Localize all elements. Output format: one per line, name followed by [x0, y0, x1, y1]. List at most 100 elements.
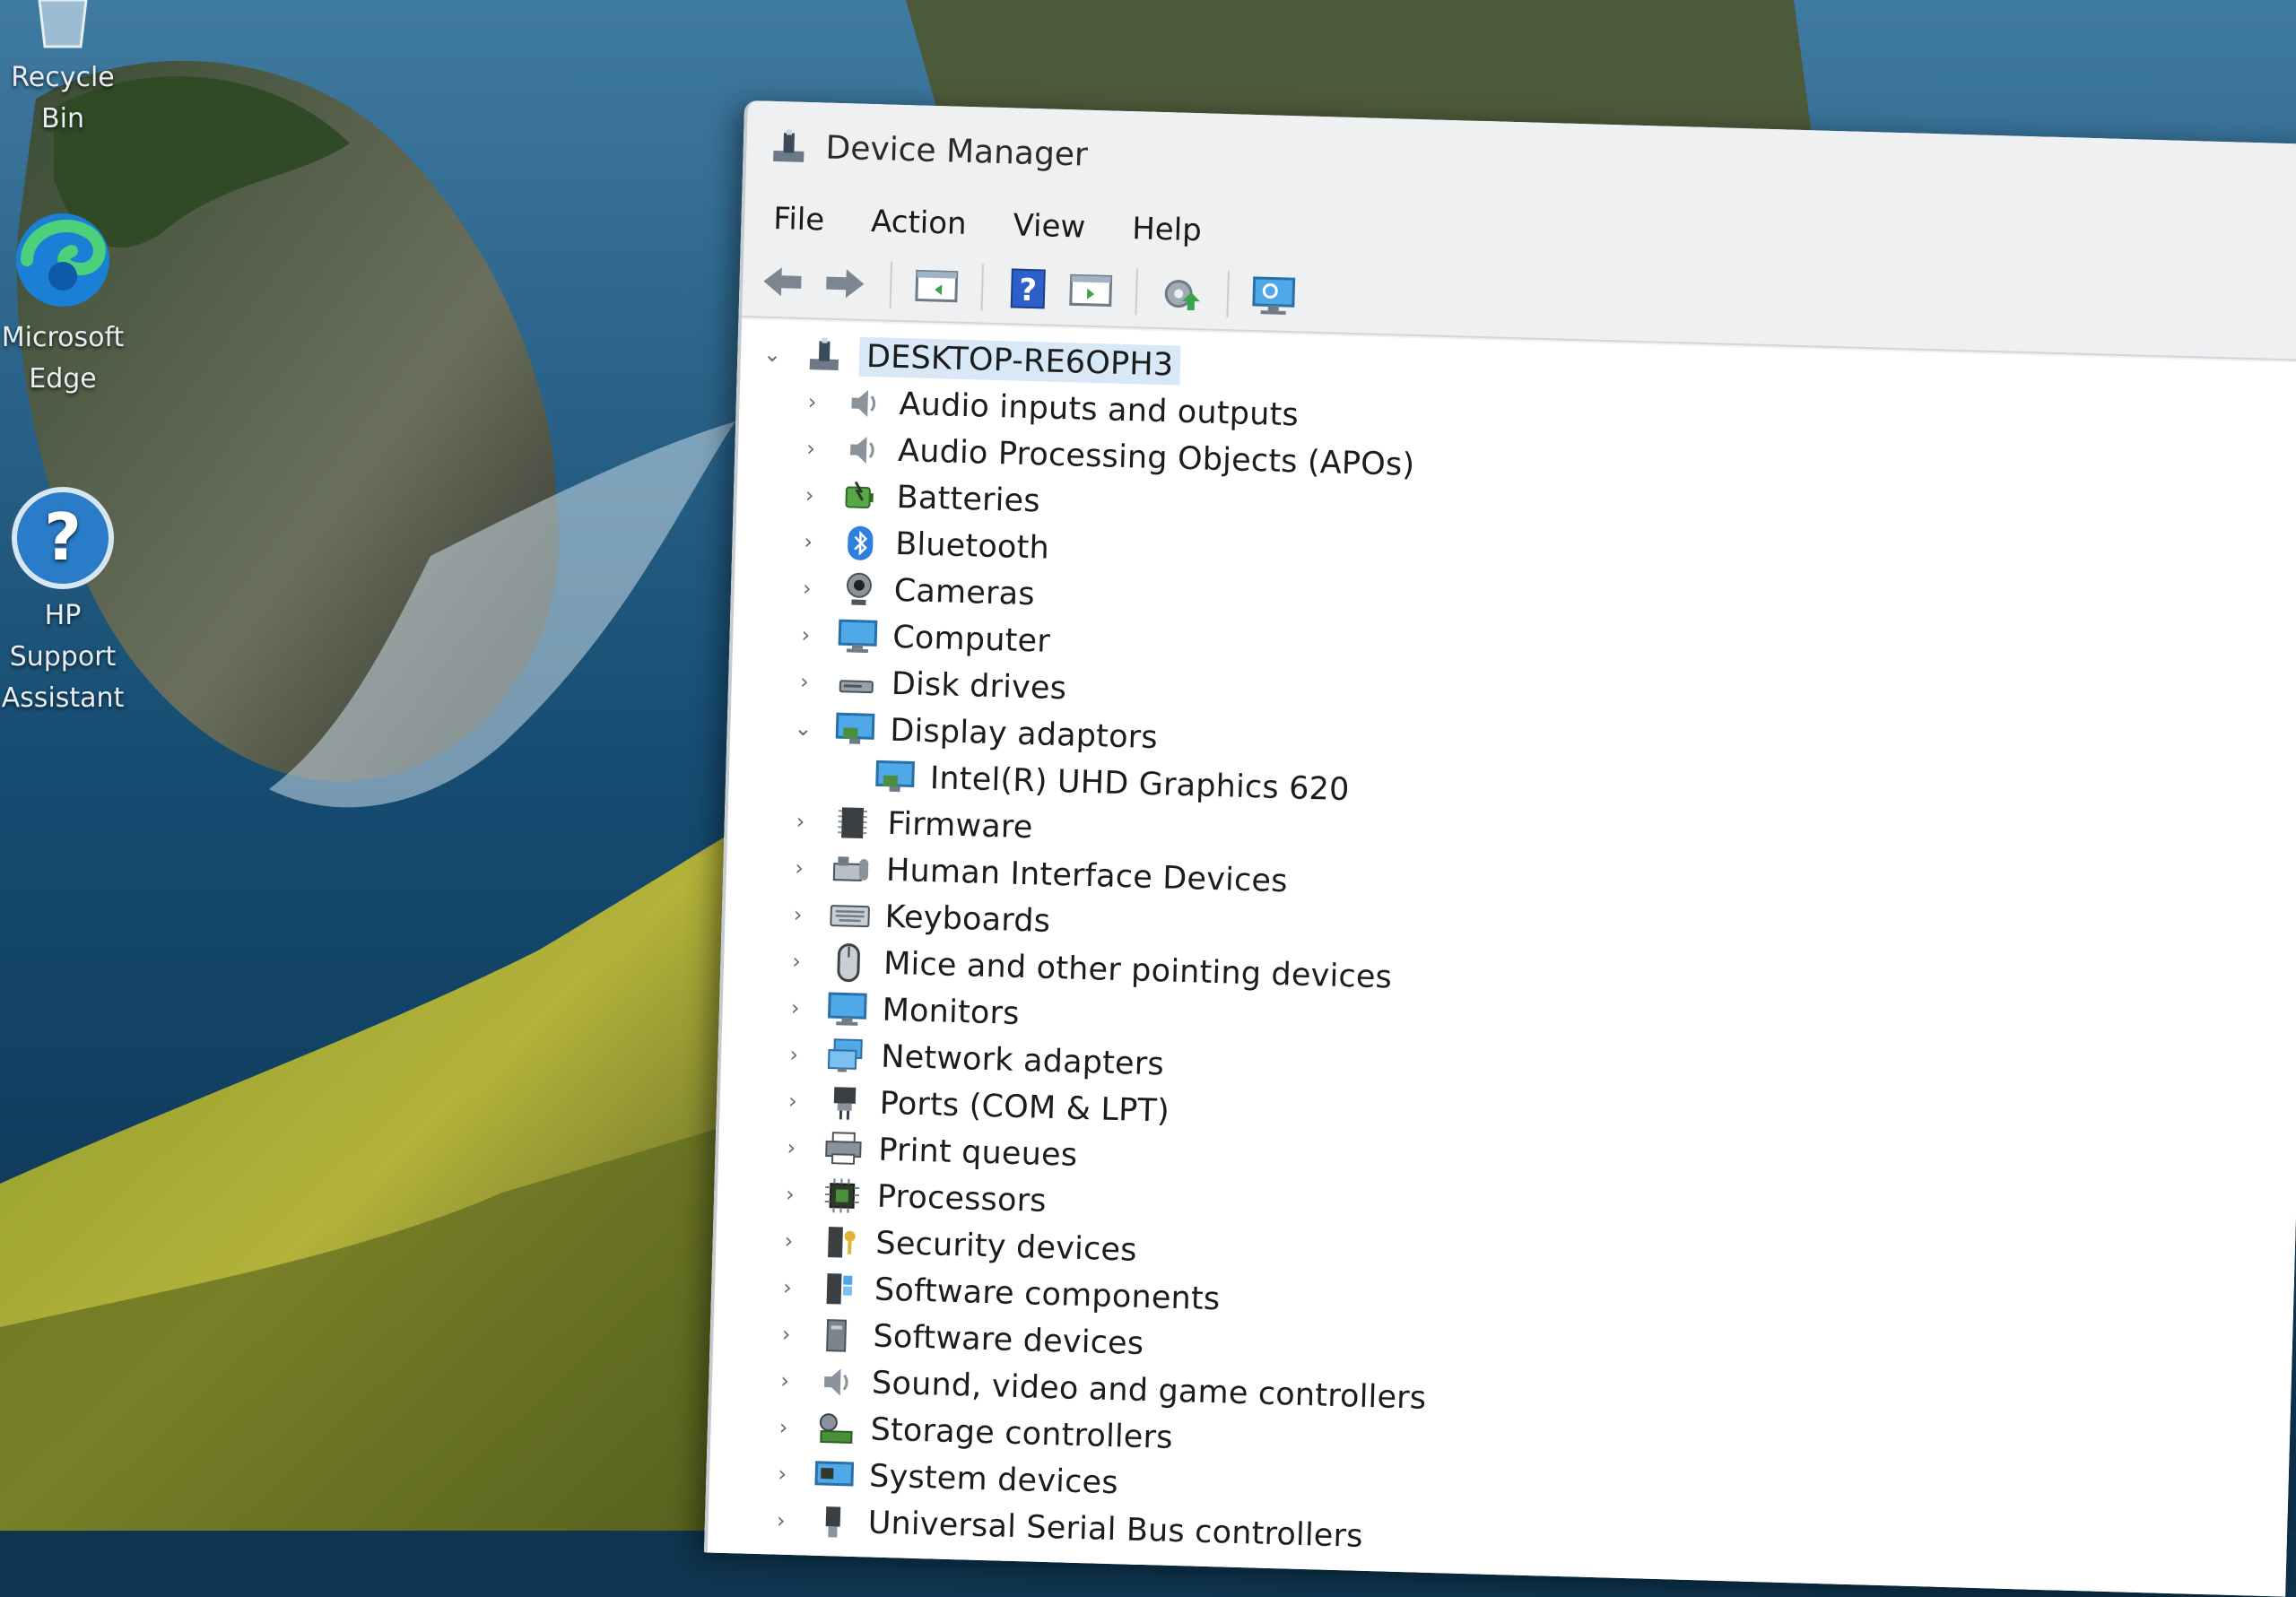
tree-item-label: Software devices: [873, 1318, 1144, 1362]
tree-item-label: Firmware: [886, 805, 1034, 846]
toolbar-separator: [1226, 271, 1230, 318]
chevron-right-icon[interactable]: ›: [792, 621, 820, 649]
speaker-icon: [812, 1361, 861, 1403]
chevron-right-icon[interactable]: ›: [791, 668, 819, 696]
software-device-icon: [813, 1315, 863, 1357]
chevron-right-icon[interactable]: ›: [780, 1041, 808, 1069]
display-adapter-icon: [870, 756, 919, 798]
device-tree[interactable]: ⌄ DESKTOP-RE6OPH3 › Audio inputs and outp…: [707, 319, 2296, 1597]
chevron-right-icon[interactable]: ›: [795, 528, 822, 556]
port-icon: [820, 1081, 869, 1124]
system-device-icon: [810, 1454, 859, 1497]
scan-hardware-button[interactable]: [1244, 266, 1303, 325]
bluetooth-icon: [836, 522, 885, 564]
update-driver-icon: [1164, 280, 1200, 311]
tree-item-label: Cameras: [893, 572, 1036, 613]
chevron-right-icon[interactable]: ›: [796, 482, 823, 509]
chevron-right-icon[interactable]: ›: [797, 435, 825, 463]
window-title: Device Manager: [824, 129, 1089, 174]
desktop-icon-label: HP Support Assistant: [1, 600, 125, 714]
svg-text:?: ?: [44, 499, 82, 575]
battery-icon: [837, 475, 886, 517]
chevron-right-icon[interactable]: ›: [777, 1180, 804, 1208]
tree-item-label: Display adaptors: [889, 712, 1159, 757]
tree-item-label: Storage controllers: [870, 1411, 1174, 1456]
toolbar-separator: [1135, 268, 1138, 316]
toolbar-separator: [889, 261, 893, 308]
chevron-right-icon[interactable]: ›: [781, 994, 809, 1022]
properties-pane-button[interactable]: [1061, 261, 1120, 320]
menu-file[interactable]: File: [771, 197, 827, 242]
forward-button[interactable]: [815, 254, 874, 313]
chevron-down-icon[interactable]: ⌄: [759, 341, 787, 369]
edge-icon: [16, 213, 109, 307]
desktop-icon-edge[interactable]: Microsoft Edge: [0, 206, 135, 400]
chevron-right-icon[interactable]: ›: [793, 575, 821, 603]
software-component-icon: [814, 1268, 864, 1310]
usb-icon: [808, 1501, 857, 1543]
update-driver-button[interactable]: [1152, 264, 1212, 323]
chevron-right-icon[interactable]: ›: [784, 901, 812, 929]
device-manager-window[interactable]: Device Manager File Action View Help ? ⌄…: [703, 100, 2296, 1597]
tree-item-label: Intel(R) UHD Graphics 620: [929, 760, 1351, 809]
forward-arrow-icon: [826, 269, 865, 299]
desktop-icon-hp-support-assistant[interactable]: ? HP Support Assistant: [0, 484, 135, 719]
tree-items: › Audio inputs and outputs › Audio Processi…: [708, 377, 2296, 1586]
menu-action[interactable]: Action: [869, 200, 970, 246]
camera-icon: [834, 568, 883, 611]
hid-icon: [826, 848, 875, 890]
desktop-icon-label: Recycle Bin: [11, 62, 115, 135]
mouse-icon: [824, 942, 874, 984]
toolbar-separator: [980, 264, 985, 311]
show-hide-console-tree-icon: [915, 269, 959, 303]
display-adapter-icon: [831, 708, 880, 751]
back-arrow-icon: [763, 267, 802, 297]
tree-item-label: Human Interface Devices: [885, 852, 1289, 900]
help-question-icon: ?: [1010, 268, 1046, 309]
chevron-right-icon[interactable]: ›: [778, 1088, 806, 1115]
firmware-chip-icon: [828, 802, 877, 844]
monitor-icon: [833, 615, 883, 657]
chevron-right-icon[interactable]: ›: [798, 388, 826, 416]
menu-view[interactable]: View: [1011, 204, 1088, 248]
chevron-right-icon[interactable]: ›: [787, 808, 814, 836]
tree-item-label: Ports (COM & LPT): [879, 1085, 1170, 1130]
chevron-right-icon[interactable]: ›: [783, 948, 811, 976]
storage-controller-icon: [811, 1408, 860, 1450]
chevron-right-icon[interactable]: ›: [771, 1367, 799, 1394]
chevron-right-icon[interactable]: ›: [769, 1460, 796, 1488]
tree-item-label: Disk drives: [891, 665, 1067, 707]
help-button[interactable]: ?: [998, 259, 1057, 318]
tree-item-label: Audio inputs and outputs: [899, 386, 1300, 434]
back-button[interactable]: [752, 252, 812, 311]
recycle-bin-icon: [38, 0, 88, 48]
tree-item-label: Computer: [891, 619, 1051, 660]
chevron-right-icon[interactable]: ›: [778, 1134, 805, 1162]
chevron-right-icon[interactable]: ›: [770, 1413, 797, 1441]
security-device-icon: [816, 1221, 865, 1263]
speaker-icon: [839, 429, 888, 471]
tree-item-label: Bluetooth: [894, 525, 1050, 567]
chevron-right-icon[interactable]: ›: [775, 1227, 803, 1254]
properties-pane-icon: [1069, 273, 1113, 308]
tree-item-label: Software components: [874, 1272, 1221, 1318]
chevron-right-icon[interactable]: ›: [786, 855, 813, 882]
chevron-right-icon[interactable]: ›: [772, 1320, 800, 1348]
scan-hardware-monitor-icon: [1252, 276, 1296, 315]
desktop-icon-recycle-bin[interactable]: Recycle Bin: [0, 0, 135, 140]
keyboard-icon: [825, 895, 874, 937]
processor-icon: [817, 1175, 866, 1217]
tree-item-label: System devices: [868, 1458, 1119, 1502]
chevron-right-icon[interactable]: ›: [774, 1273, 802, 1301]
tree-item-label: Batteries: [896, 479, 1041, 520]
chevron-down-icon[interactable]: ⌄: [789, 715, 817, 742]
tree-item-label: Monitors: [882, 992, 1021, 1032]
menu-help[interactable]: Help: [1130, 207, 1205, 252]
show-hide-console-tree-button[interactable]: [907, 256, 966, 316]
tree-item-label: Universal Serial Bus controllers: [867, 1505, 1364, 1555]
computer-root-icon: [799, 334, 848, 377]
speaker-icon: [839, 382, 889, 424]
tree-item-label: Processors: [876, 1178, 1048, 1219]
help-icon: ?: [12, 487, 114, 589]
